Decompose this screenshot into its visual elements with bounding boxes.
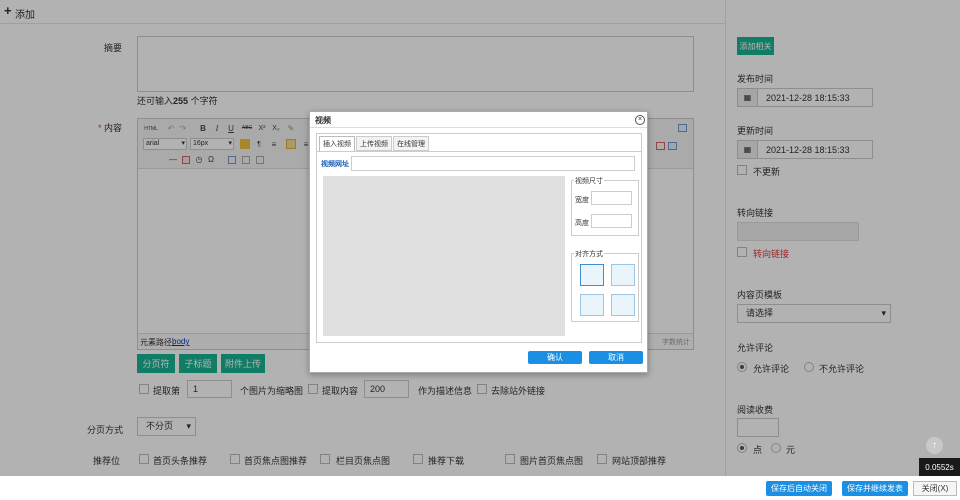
tab-upload-video[interactable]: 上传视频 (356, 136, 392, 151)
tab-divider (317, 151, 641, 152)
scroll-top-icon[interactable]: ↑ (926, 437, 943, 454)
tab-insert-video[interactable]: 插入视频 (319, 136, 355, 151)
video-height-input[interactable] (591, 214, 632, 228)
align-left-icon[interactable] (611, 264, 635, 286)
video-width-label: 宽度 (575, 197, 589, 204)
video-size-legend: 视频尺寸 (574, 176, 604, 186)
align-center-icon[interactable] (611, 294, 635, 316)
video-dialog-body: 插入视频 上传视频 在线管理 视频网址 视频尺寸 宽度 高度 对齐方式 (316, 133, 642, 343)
video-size-fieldset: 视频尺寸 宽度 高度 (571, 176, 639, 236)
close-button[interactable]: 关闭(X) (913, 481, 957, 496)
video-align-legend: 对齐方式 (574, 249, 604, 259)
video-height-label: 高度 (575, 220, 589, 227)
timer-badge: 0.0552s (919, 458, 960, 476)
video-url-label: 视频网址 (321, 161, 349, 168)
video-width-input[interactable] (591, 191, 632, 205)
dialog-cancel-button[interactable]: 取消 (589, 351, 643, 364)
align-none-icon[interactable] (580, 264, 604, 286)
video-dialog-header: 视频 × (310, 112, 647, 128)
video-preview-area (323, 176, 565, 336)
video-url-input[interactable] (351, 156, 635, 171)
video-dialog-title: 视频 (315, 116, 331, 125)
video-dialog: 视频 × 插入视频 上传视频 在线管理 视频网址 视频尺寸 宽度 高度 对齐方式… (309, 111, 648, 373)
dialog-ok-button[interactable]: 确认 (528, 351, 582, 364)
dialog-close-icon[interactable]: × (635, 115, 645, 125)
tab-online-manage[interactable]: 在线管理 (393, 136, 429, 151)
footer-bar: 保存后自动关闭 保存并继续发表 关闭(X) (0, 476, 960, 500)
save-and-continue-button[interactable]: 保存并继续发表 (842, 481, 908, 496)
align-right-icon[interactable] (580, 294, 604, 316)
save-and-close-button[interactable]: 保存后自动关闭 (766, 481, 832, 496)
video-align-fieldset: 对齐方式 (571, 249, 639, 322)
